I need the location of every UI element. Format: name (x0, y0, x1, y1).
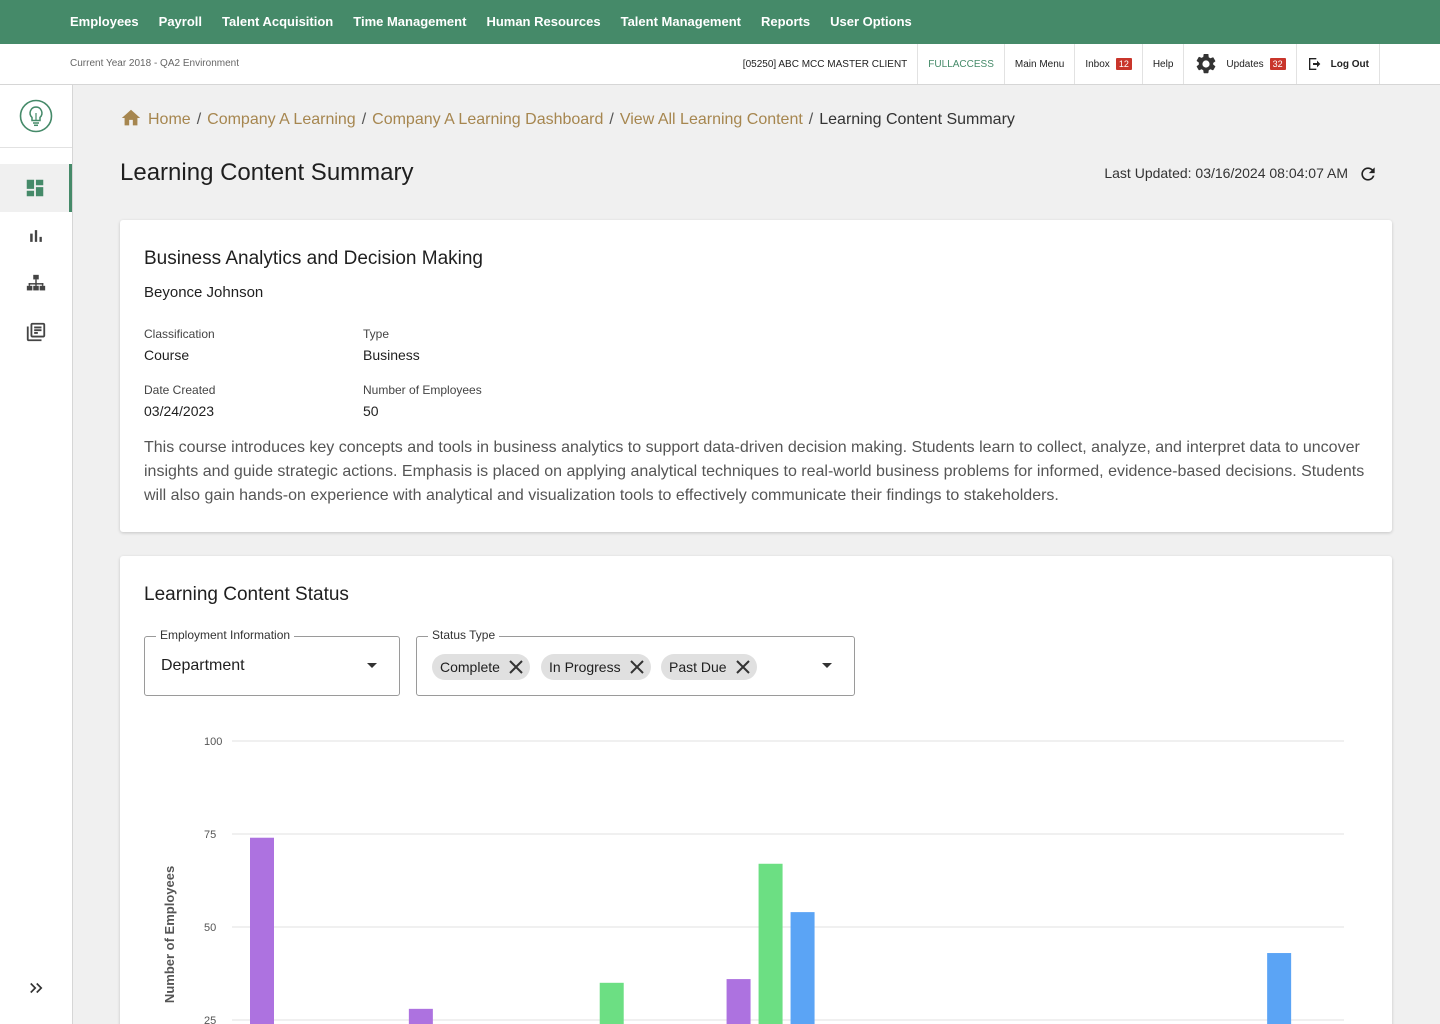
sidebar (0, 85, 73, 1024)
y-tick-label: 75 (204, 829, 216, 841)
main-menu-link[interactable]: Main Menu (1005, 44, 1076, 84)
chip-label: Past Due (669, 659, 727, 675)
chart-bar[interactable] (408, 1008, 433, 1024)
nav-talent-acquisition[interactable]: Talent Acquisition (212, 0, 343, 44)
page-title: Learning Content Summary (120, 159, 414, 186)
chart-bar[interactable] (790, 912, 815, 1024)
course-author: Beyonce Johnson (144, 284, 264, 301)
nav-time-management[interactable]: Time Management (343, 0, 476, 44)
expand-icon (30, 982, 43, 994)
y-tick-label: 25 (204, 1015, 216, 1024)
employees-label: Number of Employees (363, 383, 482, 397)
help-link[interactable]: Help (1143, 44, 1185, 84)
library-icon (26, 322, 46, 342)
inbox-label: Inbox (1085, 58, 1110, 70)
date-created-label: Date Created (144, 383, 216, 397)
environment-label: Current Year 2018 - QA2 Environment (70, 58, 239, 69)
employees-value: 50 (363, 403, 379, 419)
nav-talent-management[interactable]: Talent Management (611, 0, 751, 44)
breadcrumb-separator: / (808, 110, 814, 128)
y-tick-label: 100 (204, 736, 222, 748)
content-status-card: Learning Content Status Employment Infor… (120, 556, 1392, 1024)
chart-bar[interactable] (726, 979, 751, 1024)
type-value: Business (363, 347, 420, 363)
breadcrumb-current: Learning Content Summary (819, 110, 1015, 128)
breadcrumb-separator: / (609, 110, 614, 128)
chip-label: Complete (440, 659, 500, 675)
refresh-icon[interactable] (1358, 164, 1378, 184)
nav-employees[interactable]: Employees (60, 0, 149, 44)
sidebar-item-organization[interactable] (0, 260, 72, 308)
chevron-down-icon (367, 663, 377, 668)
status-chip-past-due[interactable]: Past Due (661, 654, 757, 680)
type-label: Type (363, 327, 390, 341)
employment-information-label: Employment Information (156, 628, 295, 642)
last-updated-text: Last Updated: 03/16/2024 08:04:07 AM (1104, 165, 1348, 181)
updates-label: Updates (1226, 58, 1264, 70)
y-axis-label: Number of Employees (162, 866, 177, 1003)
nav-payroll[interactable]: Payroll (149, 0, 212, 44)
status-chip-complete[interactable]: Complete (432, 654, 530, 680)
y-tick-label: 50 (204, 922, 216, 934)
status-chip-in-progress[interactable]: In Progress (541, 654, 651, 680)
employment-information-select[interactable]: Employment Information Department (144, 628, 400, 696)
utility-bar: [05250] ABC MCC MASTER CLIENT FULLACCESS… (733, 44, 1380, 84)
org-chart-icon (26, 274, 46, 291)
gear-icon (1197, 53, 1216, 74)
employment-information-value: Department (161, 657, 245, 674)
client-selector[interactable]: [05250] ABC MCC MASTER CLIENT (733, 44, 919, 84)
updates-link[interactable]: Updates 32 (1184, 44, 1297, 84)
date-created-value: 03/24/2023 (144, 403, 215, 419)
breadcrumb-learning-dashboard[interactable]: Company A Learning Dashboard (372, 111, 603, 129)
breadcrumb-separator: / (196, 110, 202, 128)
app-logo[interactable] (0, 85, 72, 148)
sub-header: Current Year 2018 - QA2 Environment [052… (0, 44, 1440, 85)
chart-bar[interactable] (250, 837, 274, 1024)
content-summary-card: Business Analytics and Decision Making B… (120, 220, 1392, 532)
nav-reports[interactable]: Reports (751, 0, 820, 44)
status-bar-chart: 25 50 75 100 Number of Employees (162, 736, 1344, 1024)
chevron-down-icon (822, 663, 832, 668)
lightbulb-logo-icon (19, 99, 53, 133)
access-level-link[interactable]: FULLACCESS (918, 44, 1005, 84)
inbox-link[interactable]: Inbox 12 (1075, 44, 1143, 84)
sidebar-item-reports[interactable] (0, 212, 72, 260)
nav-human-resources[interactable]: Human Resources (476, 0, 610, 44)
close-icon[interactable] (733, 657, 753, 677)
chart-bar[interactable] (1267, 953, 1292, 1024)
breadcrumb-separator: / (361, 110, 367, 128)
close-icon[interactable] (627, 657, 647, 677)
classification-label: Classification (144, 327, 215, 341)
breadcrumb-company-learning[interactable]: Company A Learning (207, 111, 356, 129)
close-icon[interactable] (506, 657, 526, 677)
home-icon[interactable] (120, 107, 142, 129)
chip-label: In Progress (549, 659, 621, 675)
chart-bar[interactable] (599, 982, 624, 1024)
breadcrumb: Home / Company A Learning / Company A Le… (120, 107, 1015, 129)
sidebar-expand-button[interactable] (0, 964, 72, 1012)
dashboard-icon (26, 179, 43, 197)
sidebar-item-dashboard[interactable] (0, 164, 72, 212)
classification-value: Course (144, 347, 190, 363)
chart-bar[interactable] (758, 863, 783, 1024)
course-title: Business Analytics and Decision Making (144, 248, 484, 269)
status-type-label: Status Type (428, 628, 500, 642)
bar-chart-icon (30, 230, 42, 242)
logout-icon (1308, 58, 1321, 70)
top-navigation: Employees Payroll Talent Acquisition Tim… (0, 0, 1440, 44)
inbox-count-badge: 12 (1115, 58, 1132, 70)
nav-user-options[interactable]: User Options (820, 0, 922, 44)
course-description: This course introduces key concepts and … (144, 439, 1365, 504)
updates-count-badge: 32 (1269, 58, 1286, 70)
sidebar-item-library[interactable] (0, 308, 72, 356)
status-type-select[interactable]: Status Type Complete In Progress Past Du… (416, 628, 855, 696)
logout-link[interactable]: Log Out (1297, 44, 1380, 84)
status-section-title: Learning Content Status (144, 584, 349, 605)
breadcrumb-home[interactable]: Home (148, 111, 191, 129)
logout-label: Log Out (1330, 58, 1369, 70)
breadcrumb-view-all-content[interactable]: View All Learning Content (620, 111, 803, 129)
